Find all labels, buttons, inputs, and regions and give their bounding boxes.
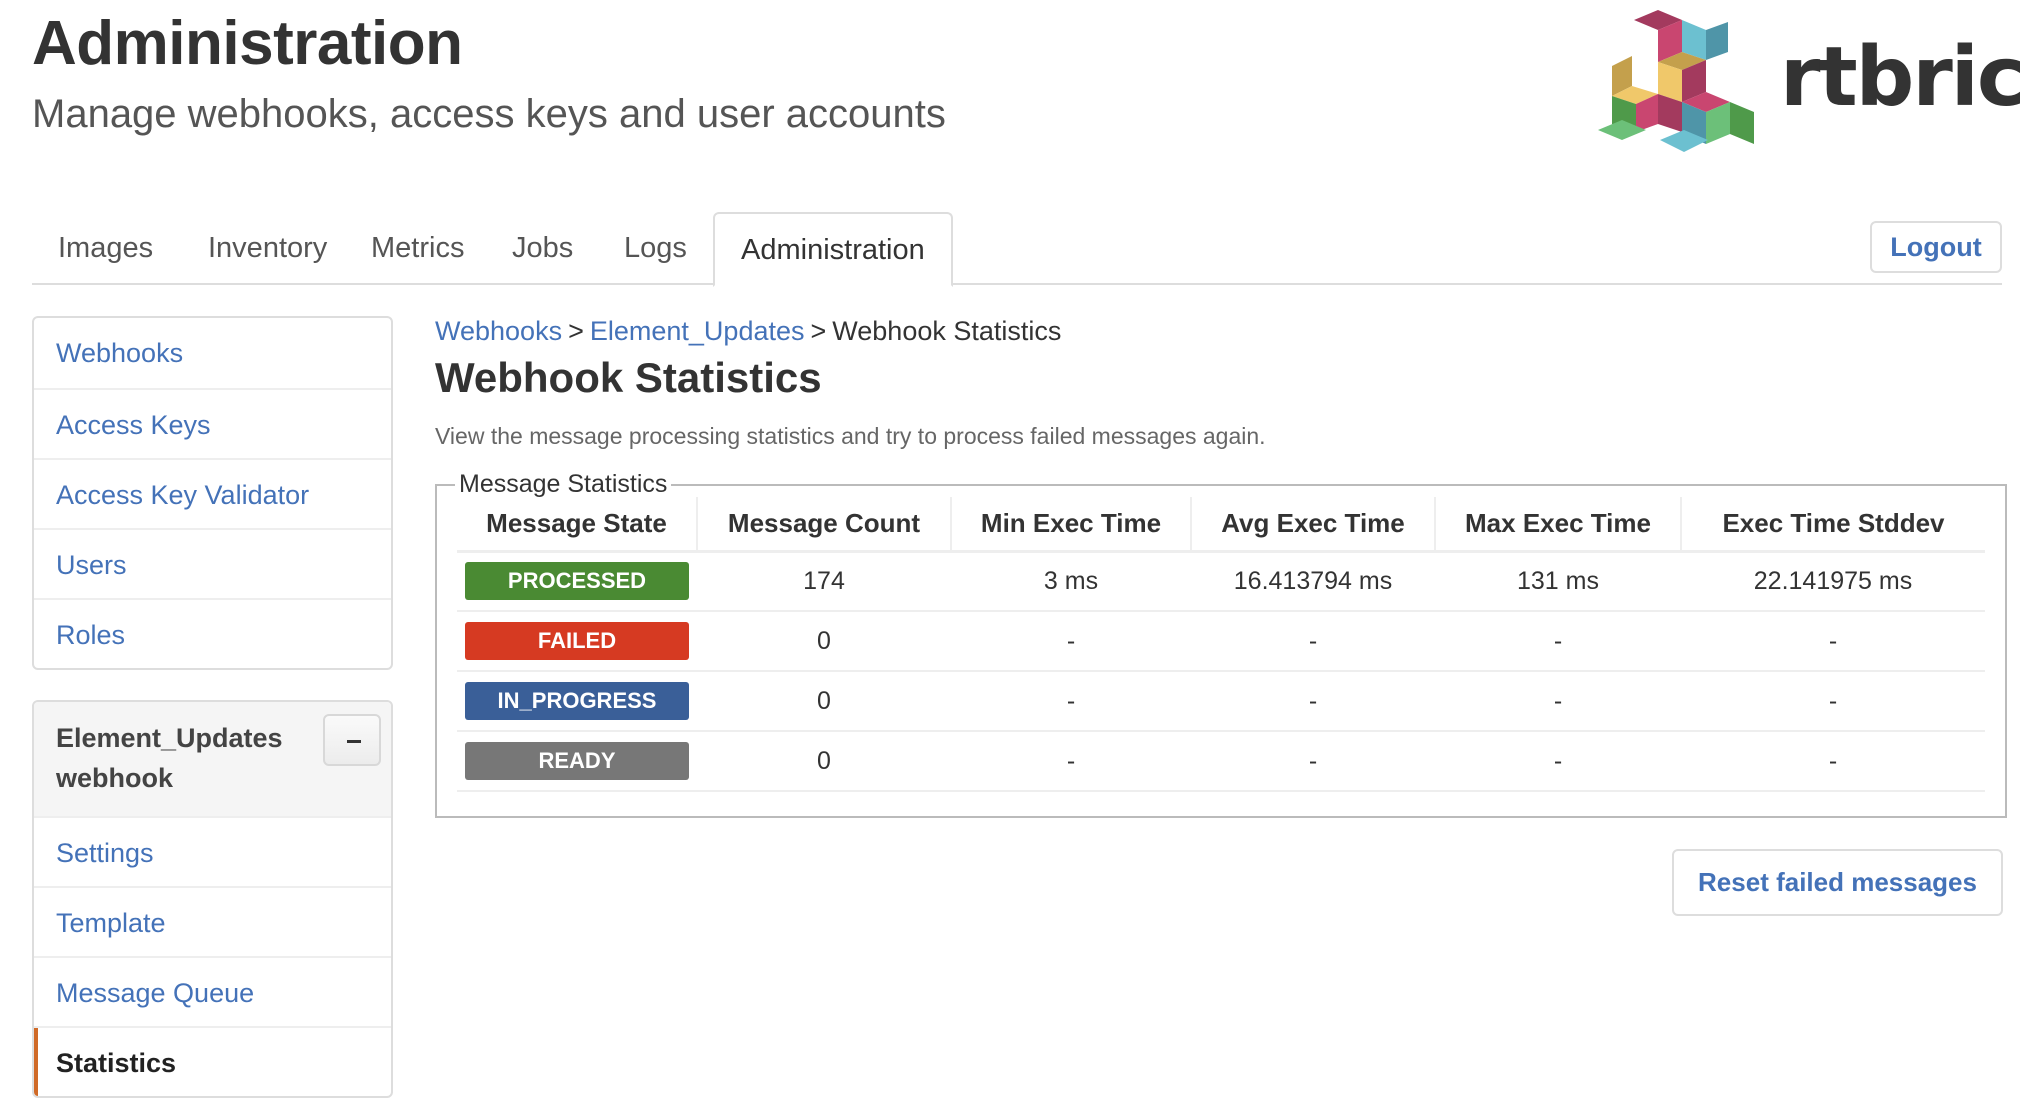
sidebar-item-roles[interactable]: Roles — [34, 598, 391, 668]
avg-cell: - — [1191, 611, 1435, 672]
table-row: READY 0- - - - — [457, 731, 1985, 792]
statistics-table: Message State Message Count Min Exec Tim… — [457, 497, 1985, 792]
status-badge: IN_PROGRESS — [465, 682, 689, 720]
count-cell: 0 — [697, 611, 951, 672]
column-header: Min Exec Time — [950, 497, 1191, 553]
column-header: Message Count — [696, 497, 951, 553]
max-cell: - — [1435, 671, 1681, 732]
message-statistics-fieldset: Message Statistics Message State Message… — [435, 470, 2007, 818]
status-badge: FAILED — [465, 622, 689, 660]
stddev-cell: - — [1681, 731, 1985, 792]
stddev-cell: - — [1681, 611, 1985, 672]
sidebar-item-statistics[interactable]: Statistics — [34, 1026, 391, 1096]
breadcrumb-element-updates[interactable]: Element_Updates — [590, 316, 805, 346]
logo-text: rtbrick — [1780, 30, 2030, 125]
min-cell: - — [951, 611, 1191, 672]
column-header: Exec Time Stddev — [1680, 497, 1985, 553]
sidebar-item-users[interactable]: Users — [34, 528, 391, 598]
avg-cell: - — [1191, 731, 1435, 792]
status-badge: PROCESSED — [465, 562, 689, 601]
section-description: View the message processing statistics a… — [435, 423, 1266, 449]
sidebar-item-message-queue[interactable]: Message Queue — [34, 956, 391, 1026]
table-row: FAILED 0- - - - — [457, 611, 1985, 672]
sidebar-item-webhooks[interactable]: Webhooks — [34, 318, 391, 388]
sidebar-item-access-key-validator[interactable]: Access Key Validator — [34, 458, 391, 528]
sidebar-item-access-keys[interactable]: Access Keys — [34, 388, 391, 458]
tab-administration[interactable]: Administration — [713, 212, 953, 287]
count-cell: 0 — [697, 731, 951, 792]
reset-failed-messages-button[interactable]: Reset failed messages — [1672, 849, 2003, 916]
state-cell: PROCESSED — [457, 551, 697, 612]
sidebar-item-settings[interactable]: Settings — [34, 816, 391, 886]
table-header-row: Message State Message Count Min Exec Tim… — [457, 497, 1985, 553]
count-cell: 174 — [697, 551, 951, 612]
section-title: Webhook Statistics — [435, 354, 822, 401]
logo-cubes-icon — [1598, 10, 1754, 152]
logout-button[interactable]: Logout — [1870, 221, 2002, 273]
main-tabs: Images Inventory Metrics Jobs Logs Admin… — [32, 212, 2002, 287]
tab-jobs[interactable]: Jobs — [486, 212, 599, 285]
tab-inventory[interactable]: Inventory — [182, 212, 353, 285]
max-cell: 131 ms — [1435, 551, 1681, 612]
breadcrumb-separator: > — [810, 316, 827, 346]
state-cell: IN_PROGRESS — [457, 671, 697, 732]
webhook-panel-title: Element_Updates webhook — [56, 723, 283, 793]
tab-images[interactable]: Images — [32, 212, 179, 285]
table-row: PROCESSED 174 3 ms 16.413794 ms 131 ms 22.141… — [457, 551, 1985, 612]
breadcrumb-separator: > — [568, 316, 584, 346]
max-cell: - — [1435, 731, 1681, 792]
min-cell: 3 ms — [951, 551, 1191, 612]
min-cell: - — [951, 671, 1191, 732]
tab-metrics[interactable]: Metrics — [345, 212, 490, 285]
rtbrick-logo[interactable]: rtbrick — [1598, 4, 2030, 160]
avg-cell: - — [1191, 671, 1435, 732]
count-cell: 0 — [697, 671, 951, 732]
column-header: Max Exec Time — [1434, 497, 1681, 553]
webhook-sidebar: Element_Updates webhook Settings Templat… — [32, 700, 393, 1098]
avg-cell: 16.413794 ms — [1191, 551, 1435, 612]
webhook-panel-header: Element_Updates webhook — [34, 702, 391, 816]
breadcrumb-webhooks[interactable]: Webhooks — [435, 316, 562, 346]
stddev-cell: 22.141975 ms — [1681, 551, 1985, 612]
state-cell: FAILED — [457, 611, 697, 672]
state-cell: READY — [457, 731, 697, 792]
column-header: Message State — [457, 497, 697, 553]
breadcrumb: Webhooks > Element_Updates > Webhook Statist… — [435, 316, 1061, 347]
breadcrumb-current: Webhook Statistics — [832, 316, 1062, 346]
max-cell: - — [1435, 611, 1681, 672]
column-header: Avg Exec Time — [1190, 497, 1435, 553]
page-title: Administration — [32, 9, 463, 78]
collapse-button[interactable] — [323, 714, 381, 766]
minus-icon — [347, 740, 361, 743]
tab-logs[interactable]: Logs — [598, 212, 713, 285]
sidebar-item-template[interactable]: Template — [34, 886, 391, 956]
min-cell: - — [951, 731, 1191, 792]
table-row: IN_PROGRESS 0- - - - — [457, 671, 1985, 732]
stddev-cell: - — [1681, 671, 1985, 732]
status-badge: READY — [465, 742, 689, 780]
page-subtitle: Manage webhooks, access keys and user ac… — [32, 92, 946, 136]
admin-sidebar: Webhooks Access Keys Access Key Validato… — [32, 316, 393, 670]
fieldset-legend: Message Statistics — [459, 470, 668, 498]
